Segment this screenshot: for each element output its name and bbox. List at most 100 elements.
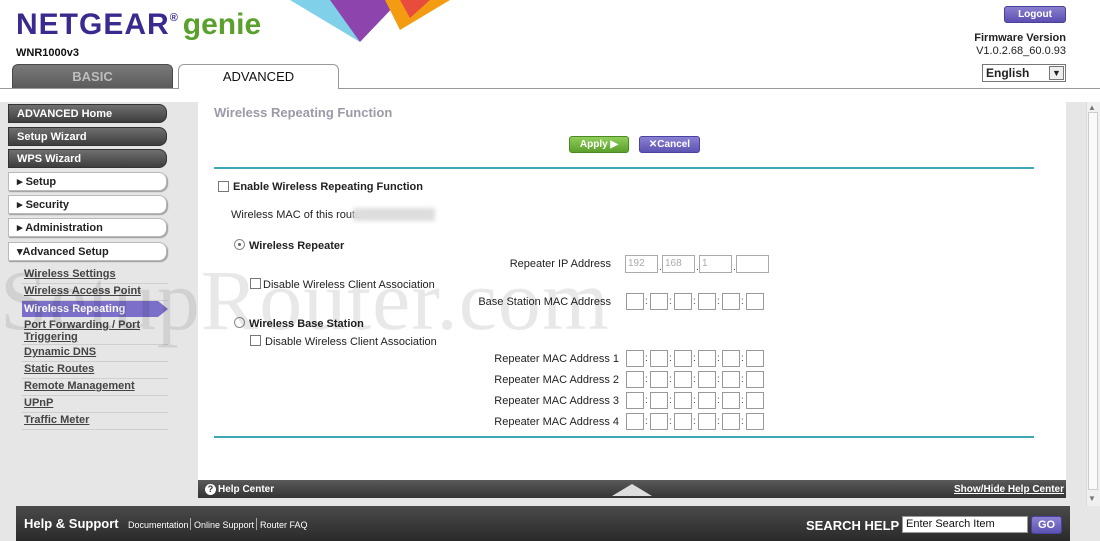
base-mac-octet-5[interactable]	[722, 293, 740, 310]
help-icon[interactable]: ?	[205, 484, 216, 495]
mac-colon: :	[717, 296, 720, 307]
caret-right-icon: ▸	[17, 176, 23, 188]
repeater-mac-3-octet-2[interactable]	[650, 392, 668, 409]
apply-button[interactable]: Apply ▶	[569, 136, 629, 153]
subnav-divider	[22, 429, 168, 430]
repeater-ip-label: Repeater IP Address	[509, 258, 611, 270]
base-mac-octet-2[interactable]	[650, 293, 668, 310]
footer-separator	[256, 518, 257, 530]
repeater-mac-4-octet-6[interactable]	[746, 413, 764, 430]
repeater-mac-4-octet-2[interactable]	[650, 413, 668, 430]
repeater-mac-3-octet-6[interactable]	[746, 392, 764, 409]
disable-assoc-checkbox-2[interactable]	[250, 335, 261, 346]
repeater-mac-2-octet-5[interactable]	[722, 371, 740, 388]
search-input[interactable]: Enter Search Item	[902, 516, 1028, 533]
scroll-down-icon[interactable]: ▼	[1088, 494, 1096, 503]
repeater-mac-3-octet-4[interactable]	[698, 392, 716, 409]
tab-advanced[interactable]: ADVANCED	[178, 64, 339, 89]
repeater-mac-1-octet-3[interactable]	[674, 350, 692, 367]
section-divider	[214, 436, 1034, 438]
active-arrow-icon	[158, 301, 168, 317]
base-mac-octet-6[interactable]	[746, 293, 764, 310]
wireless-mac-value	[353, 208, 435, 221]
enable-repeating-checkbox[interactable]	[218, 181, 229, 192]
footer-separator	[190, 518, 191, 530]
subnav-static-routes[interactable]: Static Routes	[24, 363, 94, 375]
mac-colon: :	[645, 416, 648, 427]
language-select[interactable]: English ▼	[982, 64, 1066, 82]
repeater-mac-1-octet-4[interactable]	[698, 350, 716, 367]
subnav-dynamic-dns[interactable]: Dynamic DNS	[24, 346, 96, 358]
mac-colon: :	[669, 395, 672, 406]
go-button[interactable]: GO	[1031, 516, 1062, 534]
repeater-mac-1-octet-1[interactable]	[626, 350, 644, 367]
repeater-mac-4-octet-3[interactable]	[674, 413, 692, 430]
sidebar-item-wps-wizard[interactable]: WPS Wizard	[8, 149, 167, 168]
subnav-divider	[22, 361, 168, 362]
sidebar-item-setup-wizard[interactable]: Setup Wizard	[8, 127, 167, 146]
repeater-mac-3-octet-5[interactable]	[722, 392, 740, 409]
repeater-mac-1-octet-2[interactable]	[650, 350, 668, 367]
wireless-repeater-radio[interactable]	[234, 239, 245, 250]
repeater-ip-octet-2[interactable]: 168	[662, 255, 695, 273]
router-faq-link[interactable]: Router FAQ	[260, 520, 308, 530]
scrollbar-thumb[interactable]	[1088, 112, 1098, 490]
base-mac-octet-1[interactable]	[626, 293, 644, 310]
mac-colon: :	[693, 353, 696, 364]
base-mac-label: Base Station MAC Address	[478, 296, 611, 308]
repeater-mac-1-octet-5[interactable]	[722, 350, 740, 367]
caret-right-icon: ▸	[17, 199, 23, 211]
header-decoration-icon	[290, 0, 450, 42]
mac-colon: :	[645, 353, 648, 364]
mac-colon: :	[669, 416, 672, 427]
repeater-mac-1-octet-6[interactable]	[746, 350, 764, 367]
expand-arrow-icon[interactable]	[612, 484, 652, 496]
base-mac-octet-4[interactable]	[698, 293, 716, 310]
subnav-wireless-repeating[interactable]: Wireless Repeating	[22, 301, 158, 317]
repeater-mac-2-octet-1[interactable]	[626, 371, 644, 388]
cancel-button[interactable]: ✕Cancel	[639, 136, 700, 153]
subnav-port-forwarding[interactable]: Port Forwarding / Port Triggering	[24, 319, 140, 343]
repeater-ip-octet-4[interactable]	[736, 255, 769, 273]
sidebar-item-security[interactable]: ▸ Security	[8, 195, 167, 214]
mac-colon: :	[669, 353, 672, 364]
online-support-link[interactable]: Online Support	[194, 520, 254, 530]
tab-basic[interactable]: BASIC	[12, 64, 173, 88]
repeater-mac-2-octet-2[interactable]	[650, 371, 668, 388]
search-help-label: SEARCH HELP	[806, 518, 900, 533]
documentation-link[interactable]: Documentation	[128, 520, 189, 530]
base-mac-octet-3[interactable]	[674, 293, 692, 310]
repeater-mac-2-octet-6[interactable]	[746, 371, 764, 388]
subnav-remote-management[interactable]: Remote Management	[24, 380, 135, 392]
repeater-mac-4-octet-1[interactable]	[626, 413, 644, 430]
sidebar-item-advanced-setup[interactable]: ▾Advanced Setup	[8, 242, 167, 261]
subnav-traffic-meter[interactable]: Traffic Meter	[24, 414, 89, 426]
repeater-mac-3-octet-3[interactable]	[674, 392, 692, 409]
subnav-wireless-settings[interactable]: Wireless Settings	[24, 268, 116, 280]
subnav-divider	[22, 395, 168, 396]
language-value: English	[986, 66, 1030, 80]
sidebar-item-advanced-home[interactable]: ADVANCED Home	[8, 104, 167, 123]
chevron-down-icon[interactable]: ▼	[1049, 66, 1064, 80]
section-divider	[214, 167, 1034, 169]
sidebar-item-administration[interactable]: ▸ Administration	[8, 218, 167, 237]
repeater-mac-3-octet-1[interactable]	[626, 392, 644, 409]
repeater-ip-octet-3[interactable]: 1	[699, 255, 732, 273]
disable-assoc-checkbox-1[interactable]	[250, 278, 261, 289]
netgear-logo: NETGEAR® genie	[16, 8, 262, 41]
logout-button[interactable]: Logout	[1004, 6, 1066, 23]
scroll-up-icon[interactable]: ▲	[1088, 103, 1096, 112]
repeater-mac-2-octet-3[interactable]	[674, 371, 692, 388]
repeater-mac-4-octet-4[interactable]	[698, 413, 716, 430]
help-center-label[interactable]: Help Center	[218, 484, 274, 495]
subnav-wireless-access-point[interactable]: Wireless Access Point	[24, 285, 141, 297]
subnav-upnp[interactable]: UPnP	[24, 397, 53, 409]
show-hide-help-link[interactable]: Show/Hide Help Center	[954, 484, 1064, 495]
repeater-mac-4-octet-5[interactable]	[722, 413, 740, 430]
wireless-base-station-radio[interactable]	[234, 317, 245, 328]
repeater-mac-2-octet-4[interactable]	[698, 371, 716, 388]
repeater-ip-octet-1[interactable]: 192	[625, 255, 658, 273]
caret-right-icon: ▸	[17, 222, 23, 234]
sidebar-item-setup[interactable]: ▸ Setup	[8, 172, 167, 191]
tab-divider	[0, 88, 1100, 89]
